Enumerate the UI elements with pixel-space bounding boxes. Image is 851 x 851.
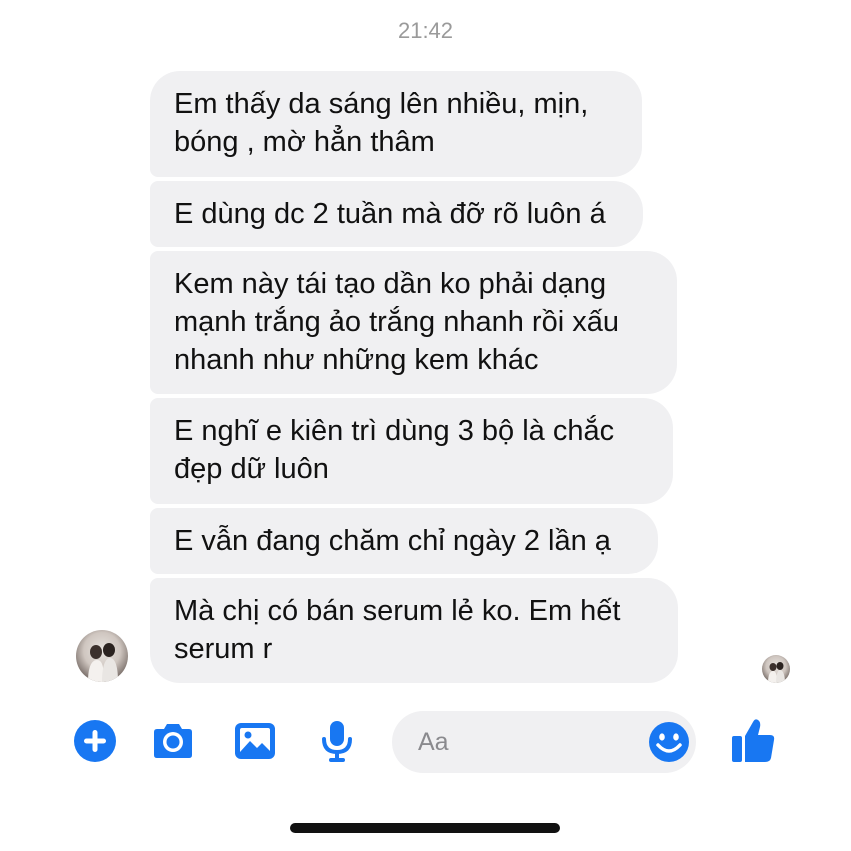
sender-avatar[interactable] <box>76 630 128 682</box>
thumbs-up-icon[interactable] <box>728 716 778 766</box>
camera-icon[interactable] <box>150 718 196 764</box>
message-bubble[interactable]: Em thấy da sáng lên nhiều, mịn, bóng , m… <box>150 71 642 177</box>
message-bubble[interactable]: Mà chị có bán serum lẻ ko. Em hết serum … <box>150 578 678 683</box>
plus-icon[interactable] <box>72 718 118 764</box>
message-bubble[interactable]: E dùng dc 2 tuần mà đỡ rõ luôn á <box>150 181 643 247</box>
emoji-icon[interactable] <box>646 719 692 765</box>
microphone-icon[interactable] <box>314 718 360 764</box>
image-icon[interactable] <box>232 718 278 764</box>
message-input[interactable]: Aa <box>392 711 696 773</box>
home-indicator[interactable] <box>290 823 560 833</box>
message-bubble[interactable]: E vẫn đang chăm chỉ ngày 2 lần ạ <box>150 508 658 574</box>
composer-bar: Aa <box>0 700 851 790</box>
message-thread: Em thấy da sáng lên nhiều, mịn, bóng , m… <box>0 0 851 700</box>
input-placeholder: Aa <box>418 728 449 756</box>
message-bubble[interactable]: E nghĩ e kiên trì dùng 3 bộ là chắc đẹp … <box>150 398 673 504</box>
message-bubble[interactable]: Kem này tái tạo dần ko phải dạng mạnh tr… <box>150 251 677 394</box>
read-receipt-avatar <box>762 655 790 683</box>
